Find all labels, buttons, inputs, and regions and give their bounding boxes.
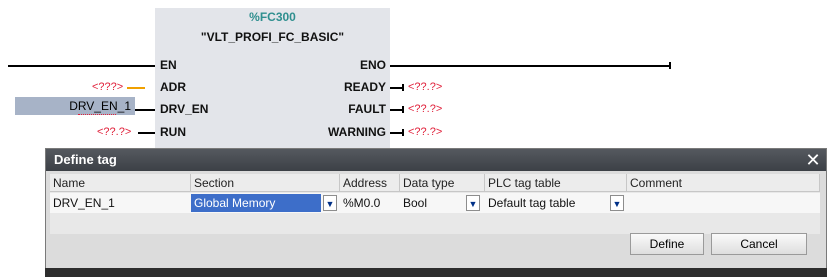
cancel-button[interactable]: Cancel: [711, 233, 807, 255]
fault-terminator: [402, 106, 404, 113]
col-header-address[interactable]: Address: [340, 174, 400, 192]
eno-wire: [390, 65, 670, 67]
warning-wire: [390, 132, 402, 134]
pin-eno: ENO: [359, 58, 386, 72]
dialog-title: Define tag: [54, 152, 117, 167]
eno-terminator: [669, 62, 671, 69]
en-wire: [8, 65, 155, 67]
dialog-bottom-edge: [45, 268, 827, 277]
tag-grid: Name Section Address Data type PLC tag t…: [50, 174, 820, 234]
drv-en-operand[interactable]: DRV_EN_1: [15, 99, 131, 113]
ready-wire: [390, 87, 402, 89]
pin-drv-en: DRV_EN: [160, 102, 209, 116]
define-tag-dialog: Define tag ✕ Name Section Address Data t…: [45, 148, 827, 270]
cell-name[interactable]: DRV_EN_1: [50, 193, 191, 213]
drv-en-wire: [135, 109, 155, 111]
ready-operand[interactable]: <??.?>: [408, 81, 442, 93]
cell-section[interactable]: Global Memory: [191, 194, 321, 212]
warning-operand[interactable]: <??.?>: [408, 126, 442, 138]
pin-warning: WARNING: [328, 125, 386, 139]
pin-en: EN: [160, 58, 177, 72]
cell-plc-tag-table[interactable]: Default tag table: [485, 193, 627, 213]
ready-terminator: [402, 84, 404, 91]
col-header-comment[interactable]: Comment: [627, 174, 820, 192]
col-header-section[interactable]: Section: [191, 174, 340, 192]
col-header-name[interactable]: Name: [50, 174, 191, 192]
error-squiggle: [78, 112, 116, 115]
block-number: %FC300: [249, 10, 296, 24]
pin-run: RUN: [160, 125, 186, 139]
run-operand[interactable]: <??.?>: [97, 126, 131, 138]
section-dropdown-arrow-icon[interactable]: ▼: [323, 195, 337, 211]
cell-comment[interactable]: [627, 193, 820, 213]
block-name: "VLT_PROFI_FC_BASIC": [200, 30, 345, 44]
fault-operand[interactable]: <??.?>: [408, 103, 442, 115]
close-icon[interactable]: ✕: [804, 150, 822, 170]
data-type-dropdown-arrow-icon[interactable]: ▼: [466, 195, 480, 211]
pin-adr: ADR: [160, 80, 186, 94]
cell-address[interactable]: %M0.0: [340, 193, 400, 213]
pin-fault: FAULT: [348, 102, 386, 116]
adr-operand[interactable]: <???>: [92, 81, 123, 93]
adr-wire: [127, 87, 145, 89]
plc-tag-table-dropdown-arrow-icon[interactable]: ▼: [610, 195, 624, 211]
dialog-title-bar[interactable]: Define tag ✕: [46, 149, 826, 171]
pin-ready: READY: [343, 80, 386, 94]
col-header-data-type[interactable]: Data type: [400, 174, 485, 192]
define-button[interactable]: Define: [630, 233, 704, 255]
fault-wire: [390, 109, 402, 111]
run-wire: [138, 132, 155, 134]
col-header-plc-tag-table[interactable]: PLC tag table: [485, 174, 627, 192]
warning-terminator: [402, 129, 404, 136]
